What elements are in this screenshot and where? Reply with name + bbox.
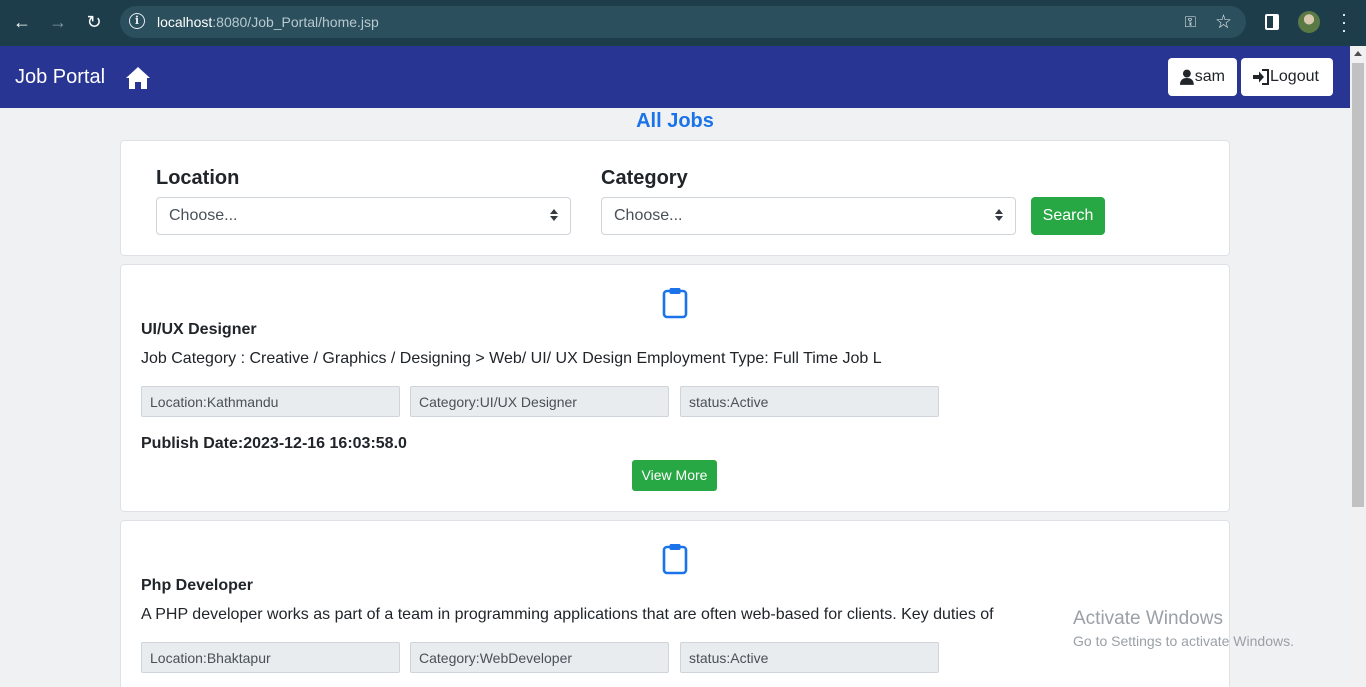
user-button-label: sam (1194, 68, 1225, 85)
side-panel-icon[interactable] (1265, 14, 1279, 30)
job-status-field: status:Active (680, 386, 939, 417)
job-description: A PHP developer works as part of a team … (141, 606, 994, 623)
page-scrollbar[interactable] (1350, 46, 1366, 687)
sign-in-icon (1253, 69, 1269, 85)
job-status-field: status:Active (680, 642, 939, 673)
view-more-button[interactable]: View More (632, 460, 717, 491)
job-location-field: Location:Kathmandu (141, 386, 400, 417)
job-publish-date: Publish Date:2023-12-16 16:03:58.0 (141, 435, 407, 452)
logout-button[interactable]: Logout (1241, 58, 1333, 96)
reload-icon[interactable]: ↻ (80, 8, 108, 36)
user-button[interactable]: sam (1168, 58, 1237, 96)
job-card: UI/UX Designer Job Category : Creative /… (120, 264, 1230, 512)
select-caret-icon (550, 209, 558, 221)
activation-watermark: Activate Windows Go to Settings to activ… (1073, 608, 1294, 649)
profile-icon[interactable] (1298, 11, 1320, 33)
star-icon[interactable]: ☆ (1215, 11, 1232, 34)
address-bar[interactable]: i localhost:8080/Job_Portal/home.jsp ⚿ ☆ (120, 6, 1246, 38)
forward-arrow-icon[interactable]: → (44, 8, 72, 36)
job-location-field: Location:Bhaktapur (141, 642, 400, 673)
browser-toolbar: ← → ↻ i localhost:8080/Job_Portal/home.j… (0, 0, 1366, 46)
info-icon[interactable]: i (129, 13, 145, 29)
job-category-field: Category:WebDeveloper (410, 642, 669, 673)
job-title: Php Developer (141, 577, 254, 594)
location-label: Location (156, 167, 240, 189)
category-select-value: Choose... (614, 207, 683, 224)
watermark-title: Activate Windows (1073, 608, 1223, 629)
scrollbar-thumb[interactable] (1352, 63, 1364, 507)
user-icon (1180, 69, 1194, 85)
home-icon[interactable] (125, 66, 151, 90)
job-card: Php Developer A PHP developer works as p… (120, 520, 1230, 687)
page-title: All Jobs (636, 110, 714, 132)
logout-button-label: Logout (1270, 68, 1319, 85)
key-icon[interactable]: ⚿ (1185, 14, 1196, 31)
site-navbar: Job Portal sam Logout (0, 46, 1350, 108)
job-category-field: Category:UI/UX Designer (410, 386, 669, 417)
menu-icon[interactable]: · · · (1336, 5, 1352, 39)
url-text: localhost:8080/Job_Portal/home.jsp (157, 14, 379, 30)
location-select[interactable]: Choose... (156, 197, 571, 235)
location-select-value: Choose... (169, 207, 238, 224)
back-arrow-icon[interactable]: ← (8, 8, 36, 36)
clipboard-icon (662, 544, 688, 575)
brand-link[interactable]: Job Portal (15, 66, 105, 89)
category-label: Category (601, 167, 688, 189)
scroll-up-arrow[interactable] (1354, 51, 1362, 56)
select-caret-icon (995, 209, 1003, 221)
search-button[interactable]: Search (1031, 197, 1105, 235)
search-form-card: Location Choose... Category Choose... Se… (120, 140, 1230, 256)
job-title: UI/UX Designer (141, 321, 257, 338)
category-select[interactable]: Choose... (601, 197, 1016, 235)
watermark-subtitle: Go to Settings to activate Windows. (1073, 633, 1294, 649)
clipboard-icon (662, 288, 688, 319)
job-description: Job Category : Creative / Graphics / Des… (141, 350, 882, 367)
